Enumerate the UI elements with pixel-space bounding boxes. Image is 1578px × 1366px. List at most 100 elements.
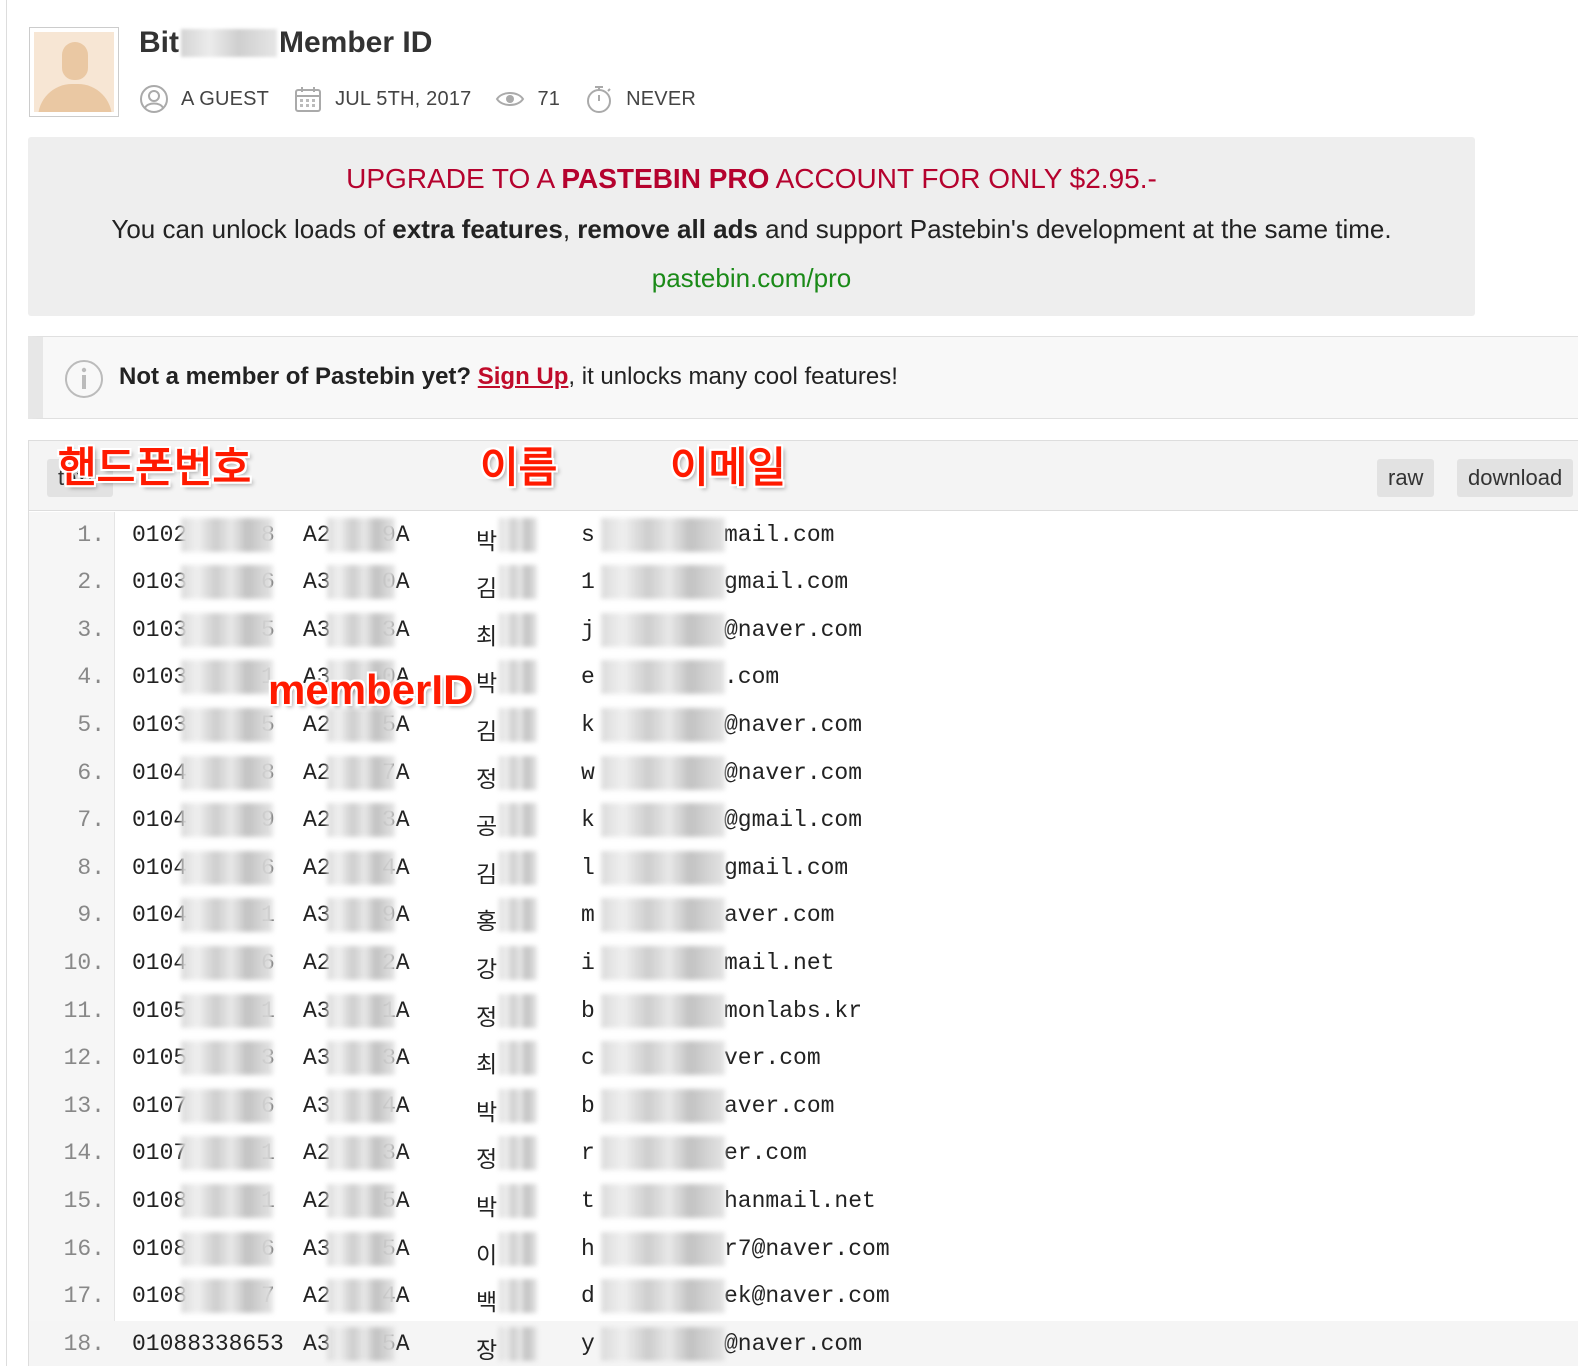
line-number: 12. <box>63 1045 105 1072</box>
member-name: 이 <box>476 1243 498 1270</box>
redacted-block <box>327 1088 395 1123</box>
line-number: 7. <box>77 807 105 834</box>
redacted-block <box>499 1136 537 1171</box>
redacted-block <box>181 898 273 933</box>
email-prefix: c <box>581 1045 595 1072</box>
phone-prefix: 01088338653 <box>132 1330 284 1357</box>
member-name: 박 <box>476 1195 498 1222</box>
email-suffix: er.com <box>724 1140 807 1167</box>
redacted-block <box>601 517 725 552</box>
redacted-block <box>601 1231 725 1266</box>
phone-prefix: 0103 <box>132 569 188 596</box>
paste-date: JUL 5TH, 2017 <box>335 87 472 110</box>
stopwatch-icon <box>587 86 612 113</box>
redacted-block <box>327 1326 395 1361</box>
meta-date: JUL 5TH, 2017 <box>293 84 471 114</box>
redacted-block <box>327 565 395 600</box>
email-prefix: 1 <box>581 569 595 596</box>
redacted-block <box>601 803 725 838</box>
email-suffix: gmail.com <box>724 854 849 881</box>
email-suffix: hanmail.net <box>724 1187 876 1214</box>
email-prefix: w <box>581 759 595 786</box>
signup-notice: Not a member of Pastebin yet? Sign Up, i… <box>28 336 1578 419</box>
raw-button[interactable]: raw <box>1377 459 1435 497</box>
line-number: 18. <box>63 1330 105 1357</box>
meta-expiry: NEVER <box>584 84 696 114</box>
phone-prefix: 0107 <box>132 1140 188 1167</box>
line-number: 3. <box>77 616 105 643</box>
line-number: 1. <box>77 521 105 548</box>
member-name: 김 <box>476 719 498 746</box>
email-prefix: h <box>581 1235 595 1262</box>
email-prefix: k <box>581 711 595 738</box>
member-name: 박 <box>476 672 498 699</box>
email-prefix: l <box>581 854 595 881</box>
email-prefix: t <box>581 1187 595 1214</box>
author-name[interactable]: A GUEST <box>181 88 269 111</box>
member-name: 김 <box>476 862 498 889</box>
code-line: 12.01053A33A최cver.com <box>29 1035 1578 1083</box>
redacted-block <box>181 1183 273 1218</box>
member-name: 박 <box>476 529 498 556</box>
redacted-block <box>181 993 273 1028</box>
redacted-block <box>181 1136 273 1171</box>
pro-link[interactable]: pastebin.com/pro <box>28 263 1475 294</box>
redacted-block <box>181 660 273 695</box>
member-name: 강 <box>476 957 498 984</box>
email-prefix: k <box>581 807 595 834</box>
download-button[interactable]: download <box>1457 459 1574 497</box>
redacted-block <box>181 707 273 742</box>
signup-link[interactable]: Sign Up <box>478 363 569 390</box>
redacted-title-part <box>181 29 277 57</box>
code-line: 3.01035A33A최j@naver.com <box>29 607 1578 655</box>
redacted-block <box>327 517 395 552</box>
code-line: 8.01046A24A김lgmail.com <box>29 845 1578 893</box>
code-line: 14.01071A23A정rer.com <box>29 1130 1578 1178</box>
redacted-block <box>181 1041 273 1076</box>
meta-author: A GUEST <box>139 84 269 114</box>
email-prefix: b <box>581 997 595 1024</box>
code-line: 1.01028A29A박smail.com <box>29 512 1578 560</box>
redacted-block <box>499 1183 537 1218</box>
email-suffix: ver.com <box>724 1045 821 1072</box>
line-number: 9. <box>77 902 105 929</box>
paste-title-suffix: Member ID <box>279 26 433 59</box>
line-number: 14. <box>63 1140 105 1167</box>
line-number: 16. <box>63 1235 105 1262</box>
email-suffix: @naver.com <box>724 759 863 786</box>
email-suffix: ek@naver.com <box>724 1283 890 1310</box>
redacted-block <box>601 707 725 742</box>
redacted-block <box>499 1088 537 1123</box>
redacted-block <box>181 803 273 838</box>
email-prefix: s <box>581 521 595 548</box>
email-prefix: j <box>581 616 595 643</box>
notice-text: Not a member of Pastebin yet? Sign Up, i… <box>119 363 898 390</box>
annotation-member-id: memberID <box>268 666 474 713</box>
phone-prefix: 0105 <box>132 1045 188 1072</box>
member-name: 박 <box>476 1100 498 1127</box>
line-number: 6. <box>77 759 105 786</box>
email-suffix: monlabs.kr <box>724 997 863 1024</box>
expiry-value: NEVER <box>626 87 697 110</box>
line-number: 11. <box>63 997 105 1024</box>
redacted-block <box>327 803 395 838</box>
redacted-block <box>327 1183 395 1218</box>
phone-prefix: 0104 <box>132 807 188 834</box>
email-suffix: r7@naver.com <box>724 1235 890 1262</box>
redacted-block <box>181 612 273 647</box>
user-circle-icon <box>140 85 168 113</box>
phone-prefix: 0103 <box>132 616 188 643</box>
redacted-block <box>499 898 537 933</box>
line-number: 15. <box>63 1187 105 1214</box>
redacted-block <box>181 1279 273 1314</box>
redacted-block <box>327 1041 395 1076</box>
redacted-block <box>499 565 537 600</box>
redacted-block <box>181 755 273 790</box>
redacted-block <box>181 1231 273 1266</box>
member-name: 장 <box>476 1338 498 1365</box>
line-number: 8. <box>77 854 105 881</box>
pro-upgrade-banner: UPGRADE TO A PASTEBIN PRO ACCOUNT FOR ON… <box>28 137 1475 316</box>
email-suffix: @naver.com <box>724 711 863 738</box>
phone-prefix: 0108 <box>132 1187 188 1214</box>
email-prefix: e <box>581 664 595 691</box>
